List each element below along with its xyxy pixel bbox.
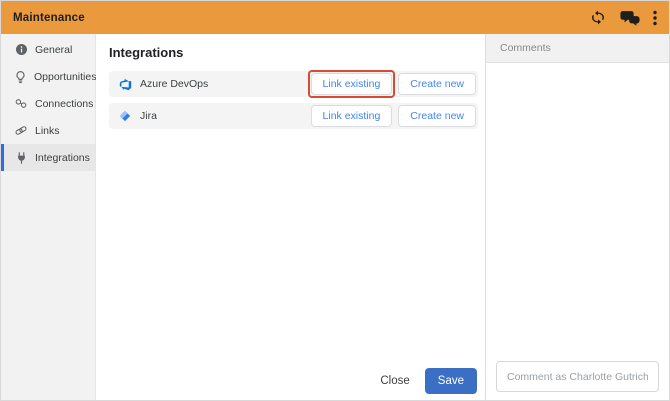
kebab-menu-icon[interactable] (653, 10, 657, 26)
sync-icon[interactable] (589, 10, 607, 25)
comments-header: Comments (486, 34, 669, 63)
jira-icon (118, 109, 132, 123)
maintenance-dialog: Maintenance General (0, 0, 670, 401)
connections-icon (14, 96, 28, 111)
sidebar-item-label: Links (35, 125, 60, 137)
comment-input[interactable] (496, 361, 659, 392)
main-panel: Integrations Azure DevOps Link existing … (96, 34, 485, 400)
dialog-footer: Close Save (380, 368, 477, 394)
comments-icon[interactable] (620, 9, 640, 26)
link-existing-button[interactable]: Link existing (311, 105, 393, 127)
azure-devops-icon (118, 77, 132, 91)
create-new-button[interactable]: Create new (398, 105, 476, 127)
sidebar-item-label: Connections (35, 98, 93, 110)
highlight-box: Link existing (308, 70, 396, 98)
sidebar: General Opportunities Connections Links (1, 34, 96, 400)
comments-list (486, 63, 669, 400)
integration-row-jira: Jira Link existing Create new (109, 103, 478, 129)
comments-panel: Comments (485, 34, 669, 400)
window-title: Maintenance (13, 12, 85, 24)
sidebar-item-label: Integrations (35, 152, 90, 164)
integration-name: Azure DevOps (140, 78, 208, 90)
sidebar-item-connections[interactable]: Connections (1, 90, 95, 117)
lightbulb-icon (14, 69, 27, 84)
sidebar-item-integrations[interactable]: Integrations (1, 144, 95, 171)
header: Maintenance (1, 1, 669, 34)
sidebar-item-general[interactable]: General (1, 36, 95, 63)
link-icon (14, 123, 28, 138)
link-existing-button[interactable]: Link existing (311, 73, 393, 95)
page-title: Integrations (109, 45, 478, 60)
plug-icon (14, 150, 28, 165)
sidebar-item-label: Opportunities (34, 71, 96, 83)
sidebar-item-opportunities[interactable]: Opportunities (1, 63, 95, 90)
sidebar-item-links[interactable]: Links (1, 117, 95, 144)
integration-row-azure-devops: Azure DevOps Link existing Create new (109, 71, 478, 97)
info-icon (14, 42, 28, 57)
integration-name: Jira (140, 110, 157, 122)
sidebar-item-label: General (35, 44, 72, 56)
save-button[interactable]: Save (425, 368, 477, 394)
close-button[interactable]: Close (380, 375, 409, 387)
create-new-button[interactable]: Create new (398, 73, 476, 95)
